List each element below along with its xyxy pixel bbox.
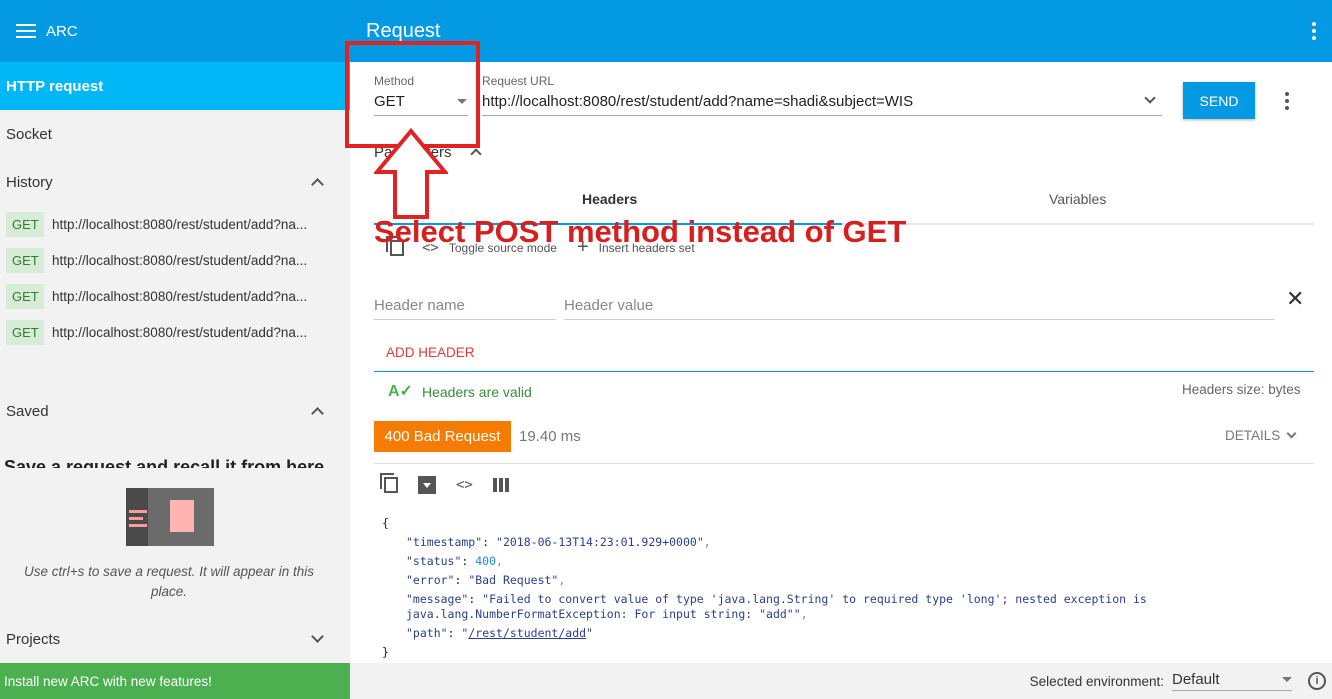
save-icon[interactable]	[418, 476, 436, 494]
history-item[interactable]: GET http://localhost:8080/rest/student/a…	[0, 278, 350, 314]
sidebar-item-http-request[interactable]: HTTP request	[0, 62, 350, 110]
chevron-up-icon[interactable]	[470, 148, 482, 160]
url-underline	[482, 115, 1162, 116]
close-icon[interactable]: ✕	[1286, 286, 1304, 312]
url-input[interactable]: http://localhost:8080/rest/student/add?n…	[482, 93, 913, 110]
send-button[interactable]: SEND	[1183, 82, 1255, 119]
env-value: Default	[1172, 671, 1220, 688]
env-label: Selected environment:	[1029, 673, 1164, 689]
method-badge: GET	[6, 283, 44, 309]
columns-icon[interactable]	[492, 478, 509, 492]
chevron-down-icon	[1286, 428, 1297, 439]
json-row: "path": "/rest/student/add"	[406, 626, 593, 640]
json-path-link[interactable]: /rest/student/add	[468, 626, 586, 640]
saved-empty-illustration	[126, 488, 214, 546]
history-url: http://localhost:8080/rest/student/add?n…	[52, 216, 308, 232]
copy-icon[interactable]	[380, 473, 398, 493]
environment-select[interactable]: Default	[1172, 671, 1292, 691]
sidebar-item-socket[interactable]: Socket	[0, 110, 350, 158]
history-url: http://localhost:8080/rest/student/add?n…	[52, 324, 308, 340]
history-item[interactable]: GET http://localhost:8080/rest/student/a…	[0, 314, 350, 350]
history-url: http://localhost:8080/rest/student/add?n…	[52, 288, 308, 304]
projects-label: Projects	[6, 630, 61, 648]
json-brace: {	[382, 516, 389, 530]
saved-label: Saved	[6, 402, 49, 420]
chevron-up-icon[interactable]	[311, 178, 324, 191]
response-time: 19.40 ms	[519, 428, 581, 445]
history-url: http://localhost:8080/rest/student/add?n…	[52, 252, 308, 268]
json-row: "status": 400,	[406, 554, 503, 568]
annotation-text: Select POST method instead of GET	[374, 214, 907, 249]
chevron-up-icon[interactable]	[311, 407, 324, 420]
tab-variables[interactable]: Variables	[1049, 191, 1106, 207]
tab-headers[interactable]: Headers	[582, 191, 637, 207]
more-vert-icon[interactable]	[1312, 22, 1316, 40]
projects-section-header[interactable]: Projects	[0, 615, 350, 663]
add-header-button[interactable]: ADD HEADER	[386, 345, 475, 360]
json-error: "Bad Request"	[468, 573, 559, 587]
saved-hint: Use ctrl+s to save a request. It will ap…	[23, 564, 314, 599]
sidebar: ARC HTTP request Socket History GET http…	[0, 0, 350, 699]
header-value-underline	[564, 319, 1274, 320]
spellcheck-icon: A✓	[388, 383, 413, 400]
response-divider	[374, 463, 1314, 464]
json-brace: }	[382, 645, 389, 659]
history-item[interactable]: GET http://localhost:8080/rest/student/a…	[0, 206, 350, 242]
main-header: Request	[350, 0, 1332, 62]
main-panel: Request Method GET Request URL http://lo…	[350, 0, 1332, 699]
headers-divider	[374, 371, 1314, 372]
details-button[interactable]: DETAILS	[1225, 428, 1297, 443]
history-section-header[interactable]: History	[0, 158, 350, 206]
json-row: "message": "Failed to convert value of t…	[406, 592, 1147, 621]
json-row: "timestamp": "2018-06-13T14:23:01.929+00…	[406, 535, 711, 549]
header-value-input[interactable]: Header value	[564, 297, 653, 314]
request-more-icon[interactable]	[1285, 92, 1289, 110]
json-row: "error": "Bad Request",	[406, 573, 566, 587]
header-name-input[interactable]: Header name	[374, 297, 465, 314]
url-label: Request URL	[482, 74, 555, 88]
sidebar-header: ARC	[0, 0, 350, 62]
install-banner[interactable]: Install new ARC with new features!	[0, 663, 350, 699]
menu-icon[interactable]	[16, 24, 36, 38]
method-badge: GET	[6, 211, 44, 237]
json-timestamp: "2018-06-13T14:23:01.929+0000"	[496, 535, 704, 549]
json-message-line2: java.lang.NumberFormatException: For inp…	[406, 607, 801, 621]
status-badge: 400 Bad Request	[374, 421, 511, 452]
history-list: GET http://localhost:8080/rest/student/a…	[0, 206, 350, 350]
code-icon[interactable]: <>	[456, 477, 473, 493]
response-toolbar: <>	[380, 473, 509, 494]
saved-empty-heading: Save a request and recall it from here	[4, 458, 325, 468]
footer-bar: Selected environment: Default i	[350, 663, 1332, 699]
app-title: ARC	[46, 22, 78, 40]
headers-valid-text: Headers are valid	[422, 384, 532, 400]
details-label: DETAILS	[1225, 428, 1281, 443]
dropdown-arrow-icon	[1282, 677, 1292, 682]
method-badge: GET	[6, 319, 44, 345]
json-message-line1: "Failed to convert value of type 'java.l…	[482, 592, 1147, 606]
info-icon[interactable]: i	[1308, 672, 1326, 690]
header-name-underline	[374, 319, 556, 320]
saved-section-header[interactable]: Saved	[0, 387, 350, 435]
annotation-arrow	[374, 128, 448, 219]
headers-size-text: Headers size: bytes	[1182, 382, 1301, 397]
json-status: 400	[475, 554, 497, 568]
history-label: History	[6, 173, 53, 191]
history-item[interactable]: GET http://localhost:8080/rest/student/a…	[0, 242, 350, 278]
chevron-down-icon[interactable]	[1144, 92, 1156, 104]
page-title: Request	[366, 19, 441, 42]
method-badge: GET	[6, 247, 44, 273]
response-body: { "timestamp": "2018-06-13T14:23:01.929+…	[382, 514, 1282, 662]
chevron-down-icon[interactable]	[311, 630, 324, 643]
